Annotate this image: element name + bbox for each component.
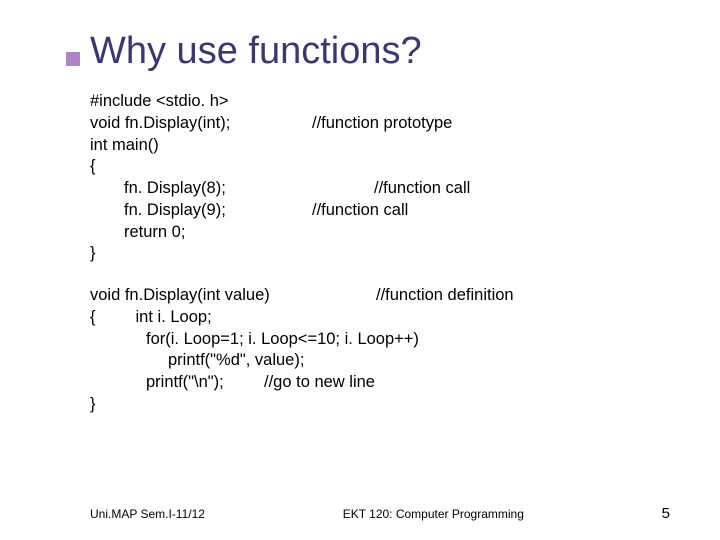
code-line: #include <stdio. h> [90,91,670,113]
slide-title: Why use functions? [90,30,670,73]
page-number: 5 [662,505,670,522]
code-line: printf("%d", value); [90,350,670,372]
code-text: fn. Display(8); [124,178,290,200]
code-text: #include <stdio. h> [90,91,229,113]
code-line: for(i. Loop=1; i. Loop<=10; i. Loop++) [90,329,670,351]
code-line: void fn.Display(int value) //function def… [90,285,670,307]
code-text: void fn.Display(int); [90,113,290,135]
accent-square [66,52,80,66]
code-text: } [90,243,96,265]
slide: Why use functions? #include <stdio. h> v… [0,0,720,540]
code-line: {int i. Loop; [90,307,670,329]
code-text: printf("%d", value); [168,350,304,372]
footer-left: Uni.MAP Sem.I-11/12 [90,507,205,521]
code-line: void fn.Display(int); //function prototyp… [90,113,670,135]
code-line: fn. Display(8); //function call [90,178,670,200]
code-text: for(i. Loop=1; i. Loop<=10; i. Loop++) [146,329,419,351]
title-area: Why use functions? [90,30,670,73]
code-comment: //function prototype [312,113,452,135]
code-line: fn. Display(9); //function call [90,200,670,222]
code-text: { [90,156,96,178]
code-block: #include <stdio. h> void fn.Display(int)… [90,91,670,416]
code-line: return 0; [90,222,670,244]
code-text: printf("\n"); [146,372,256,394]
footer-center: EKT 120: Computer Programming [343,507,524,521]
code-line: printf("\n"); //go to new line [90,372,670,394]
code-comment: //function call [374,178,470,200]
footer: Uni.MAP Sem.I-11/12 EKT 120: Computer Pr… [90,505,670,522]
code-line: } [90,243,670,265]
code-text: int i. Loop; [136,307,212,329]
code-text: void fn.Display(int value) [90,285,306,307]
code-comment: //go to new line [264,372,375,394]
code-text: return 0; [124,222,185,244]
code-line: { [90,156,670,178]
code-comment: //function call [312,200,408,222]
code-text: } [90,394,96,416]
code-comment: //function definition [376,285,514,307]
code-line: } [90,394,670,416]
code-line: int main() [90,135,670,157]
code-text: fn. Display(9); [124,200,290,222]
code-text: int main() [90,135,159,157]
blank-line [90,265,670,285]
